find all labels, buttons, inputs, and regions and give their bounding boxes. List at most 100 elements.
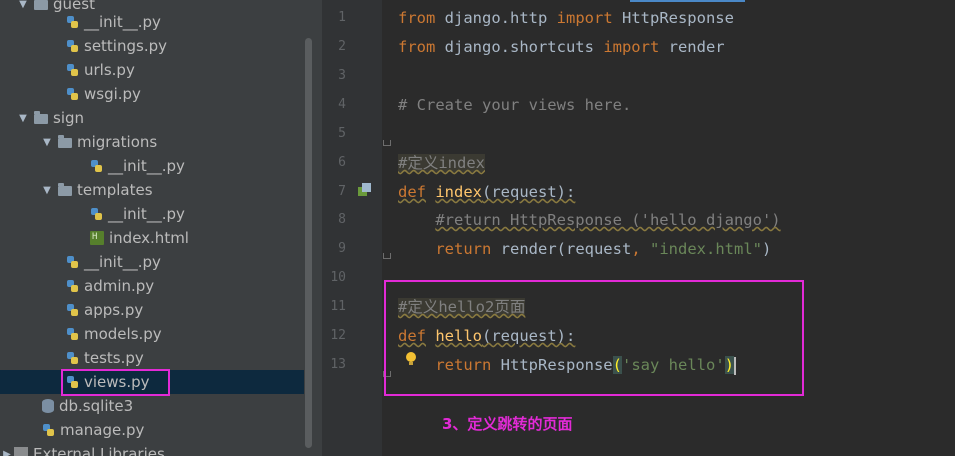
python-file-icon <box>66 303 79 317</box>
tree-item-sign-init[interactable]: __init__.py <box>0 250 304 274</box>
code-token: import <box>556 9 613 27</box>
tree-item-label: wsgi.py <box>84 85 141 103</box>
line-number: 8 <box>338 212 346 227</box>
line-number: 5 <box>338 126 346 141</box>
tree-item-label: External Libraries <box>33 445 165 456</box>
code-token: from <box>398 9 436 27</box>
code-line-1[interactable]: from django.http import HttpResponse <box>398 6 734 30</box>
tree-item-sign[interactable]: ▼ sign <box>0 106 304 130</box>
fold-end-icon[interactable] <box>383 253 391 259</box>
tree-item-label: urls.py <box>84 61 135 79</box>
tree-item-wsgi[interactable]: wsgi.py <box>0 82 304 106</box>
tree-item-guest-init[interactable]: __init__.py <box>0 10 304 34</box>
tree-item-label: db.sqlite3 <box>59 397 134 415</box>
tree-item-admin[interactable]: admin.py <box>0 274 304 298</box>
code-line-6[interactable]: #定义index <box>398 151 485 175</box>
tree-item-index-html[interactable]: index.html <box>0 226 304 250</box>
tree-item-apps[interactable]: apps.py <box>0 298 304 322</box>
python-file-icon <box>66 15 79 29</box>
line-number: 4 <box>338 97 346 112</box>
code-line-9[interactable]: return render(request, "index.html") <box>398 237 771 261</box>
code-token: , <box>631 240 641 258</box>
code-line-7[interactable]: def index(request): <box>398 180 575 204</box>
tree-item-models[interactable]: models.py <box>0 322 304 346</box>
expand-arrow-icon[interactable]: ▼ <box>42 185 52 196</box>
code-token: (request): <box>482 183 576 201</box>
code-token: def <box>398 183 426 201</box>
tree-item-templates-init[interactable]: __init__.py <box>0 202 304 226</box>
tree-item-label: models.py <box>84 325 162 343</box>
expand-arrow-icon[interactable]: ▼ <box>18 113 28 124</box>
code-token: render <box>659 38 725 56</box>
tree-item-label: tests.py <box>84 349 144 367</box>
run-gutter-icon[interactable] <box>358 183 372 197</box>
annotation-text: 3、定义跳转的页面 <box>442 415 573 433</box>
views-highlight-box <box>61 369 170 396</box>
python-file-icon <box>90 159 103 173</box>
line-number: 2 <box>338 39 346 54</box>
tree-item-label: index.html <box>109 229 189 247</box>
tree-item-label: __init__.py <box>84 13 161 31</box>
tree-item-migrations[interactable]: ▼ migrations <box>0 130 304 154</box>
fold-end-icon[interactable] <box>383 140 391 146</box>
code-line-2[interactable]: from django.shortcuts import render <box>398 35 725 59</box>
code-token: return <box>435 240 492 258</box>
folder-icon <box>58 183 72 196</box>
line-number: 3 <box>338 68 346 83</box>
tree-item-label: manage.py <box>60 421 145 439</box>
code-line-4[interactable]: # Create your views here. <box>398 93 631 117</box>
code-token: django.shortcuts <box>435 38 604 56</box>
tree-item-label: settings.py <box>84 37 167 55</box>
python-file-icon <box>66 39 79 53</box>
tree-item-label: admin.py <box>84 277 155 295</box>
line-number: 10 <box>330 270 346 285</box>
line-number: 1 <box>338 10 346 25</box>
html-file-icon <box>90 231 104 245</box>
python-file-icon <box>66 327 79 341</box>
library-icon <box>14 447 28 456</box>
tree-item-tests[interactable]: tests.py <box>0 346 304 370</box>
python-file-icon <box>66 351 79 365</box>
database-icon <box>42 399 54 413</box>
expand-arrow-icon[interactable]: ▼ <box>42 137 52 148</box>
tree-item-label: migrations <box>77 133 158 151</box>
line-number: 9 <box>338 241 346 256</box>
code-token: import <box>603 38 660 56</box>
code-comment: #return HttpResponse ('hello django') <box>435 211 781 229</box>
tree-item-external-libraries[interactable]: ▶ External Libraries <box>0 442 304 456</box>
folder-icon <box>58 135 72 148</box>
function-name: index <box>435 183 483 201</box>
tree-item-label: sign <box>53 109 85 127</box>
tree-scrollbar[interactable] <box>305 38 312 448</box>
folder-icon <box>34 0 48 10</box>
tree-item-label: __init__.py <box>108 205 185 223</box>
line-number: 12 <box>330 328 346 343</box>
tree-item-db-sqlite3[interactable]: db.sqlite3 <box>0 394 304 418</box>
code-token: HttpResponse <box>612 9 734 27</box>
python-file-icon <box>66 87 79 101</box>
code-comment: #定义index <box>398 154 485 172</box>
collapse-arrow-icon[interactable]: ▶ <box>2 449 12 456</box>
line-number: 11 <box>330 299 346 314</box>
python-file-icon <box>66 279 79 293</box>
tree-item-settings[interactable]: settings.py <box>0 34 304 58</box>
folder-icon <box>34 111 48 124</box>
tree-item-migrations-init[interactable]: __init__.py <box>0 154 304 178</box>
line-number: 13 <box>330 357 346 372</box>
line-number: 6 <box>338 155 346 170</box>
hello-highlight-box <box>384 280 804 396</box>
expand-arrow-icon[interactable]: ▼ <box>18 0 28 10</box>
code-string: "index.html" <box>650 240 762 258</box>
tree-item-templates[interactable]: ▼ templates <box>0 178 304 202</box>
code-line-8[interactable]: #return HttpResponse ('hello django') <box>398 208 781 232</box>
tree-item-label: apps.py <box>84 301 144 319</box>
tree-item-manage[interactable]: manage.py <box>0 418 304 442</box>
python-file-icon <box>90 207 103 221</box>
tree-item-urls[interactable]: urls.py <box>0 58 304 82</box>
code-token: django.http <box>435 9 557 27</box>
python-file-icon <box>66 255 79 269</box>
code-token: ) <box>761 240 772 258</box>
